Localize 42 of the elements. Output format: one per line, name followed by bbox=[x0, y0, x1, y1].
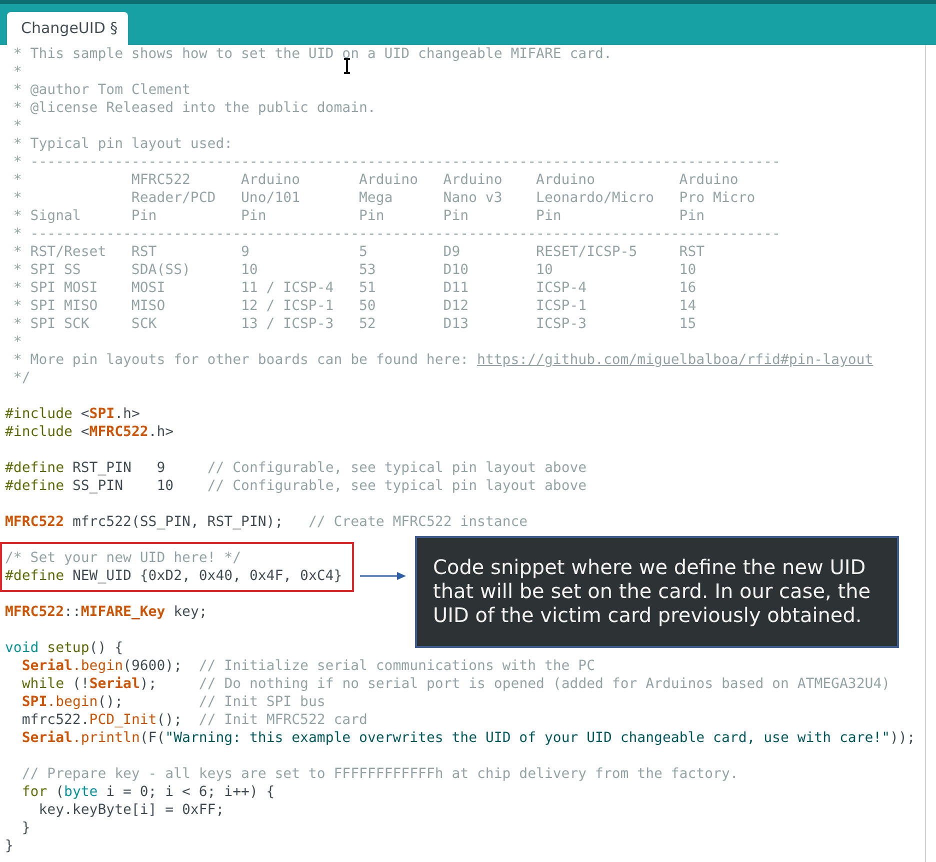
code-line: #include <SPI.h> bbox=[4, 405, 140, 423]
arrow bbox=[360, 571, 406, 581]
code-line: * bbox=[12, 63, 22, 81]
code-line: * MFRC522 Arduino Arduino Arduino Arduino Arduino bbox=[12, 171, 738, 189]
code-line: for (byte i = 0; i < 6; i++) { bbox=[20, 783, 275, 801]
code-line: void setup() { bbox=[4, 639, 124, 657]
code-line: #define SS_PIN 10 // Configurable, see typical pin layout above bbox=[4, 477, 587, 495]
callout-note: Code snippet where we define the new UID that will be set on the card. In our case, the UID of the victim card previously obtained. bbox=[415, 536, 899, 648]
code-line: /* Set your new UID here! */ bbox=[4, 549, 242, 567]
code-line: * This sample shows how to set the UID on a UID changeable MIFARE card. bbox=[12, 45, 612, 63]
code-line: * SPI MISO MISO 12 / ICSP-1 50 D12 ICSP-1 14 bbox=[12, 297, 696, 315]
code-line: #include <MFRC522.h> bbox=[4, 423, 174, 441]
code-line: SPI.begin(); // Init SPI bus bbox=[20, 693, 326, 711]
code-line: MFRC522 mfrc522(SS_PIN, RST_PIN); // Create MFRC522 instance bbox=[4, 513, 528, 531]
code-line: // Prepare key - all keys are set to FFFFFFFFFFFFh at chip delivery from the factory. bbox=[20, 765, 738, 783]
code-line: * bbox=[12, 333, 22, 351]
code-line: * SPI SCK SCK 13 / ICSP-3 52 D13 ICSP-3 15 bbox=[12, 315, 696, 333]
code-line: Serial.begin(9600); // Initialize serial communications with the PC bbox=[20, 657, 596, 675]
code-line: */ bbox=[12, 369, 30, 387]
code-line: * Reader/PCD Uno/101 Mega Nano v3 Leonardo/Micro Pro Micro bbox=[12, 189, 756, 207]
code-line: * ----------------------------------------------------------------------------------------- bbox=[12, 225, 780, 243]
code-line: * Typical pin layout used: bbox=[12, 135, 233, 153]
code-line: * Signal Pin Pin Pin Pin Pin Pin bbox=[12, 207, 705, 225]
code-line: #define RST_PIN 9 // Configurable, see typical pin layout above bbox=[4, 459, 587, 477]
text-cursor-icon bbox=[343, 58, 351, 74]
code-line: key.keyByte[i] = 0xFF; bbox=[38, 801, 224, 819]
code-line: * bbox=[12, 117, 22, 135]
code-line: * SPI MOSI MOSI 11 / ICSP-4 51 D11 ICSP-4 16 bbox=[12, 279, 696, 297]
code-line: while (!Serial); // Do nothing if no serial port is opened (added for Arduinos based on ATMEGA32U4) bbox=[20, 675, 890, 693]
code-line: * @author Tom Clement bbox=[12, 81, 190, 99]
code-line: } bbox=[4, 837, 14, 855]
code-line: Serial.println(F("Warning: this example overwrites the UID of your UID changeable card, use with care!")); bbox=[20, 729, 916, 747]
code-line: * RST/Reset RST 9 5 D9 RESET/ICSP-5 RST bbox=[12, 243, 705, 261]
code-comment: * More pin layouts for other boards can be found here: bbox=[12, 352, 470, 368]
code-line: } bbox=[20, 819, 30, 837]
code-line: * @license Released into the public domain. bbox=[12, 99, 376, 117]
code-line: mfrc522.PCD_Init(); // Init MFRC522 card bbox=[20, 711, 368, 729]
code-line: * SPI SS SDA(SS) 10 53 D10 10 10 bbox=[12, 261, 696, 279]
code-line: MFRC522::MIFARE_Key key; bbox=[4, 603, 208, 621]
code-line: #define NEW_UID {0xD2, 0x40, 0x4F, 0xC4} bbox=[4, 567, 342, 585]
tab[interactable]: ChangeUID § bbox=[7, 12, 128, 45]
code-line: * ----------------------------------------------------------------------------------------- bbox=[12, 153, 780, 171]
